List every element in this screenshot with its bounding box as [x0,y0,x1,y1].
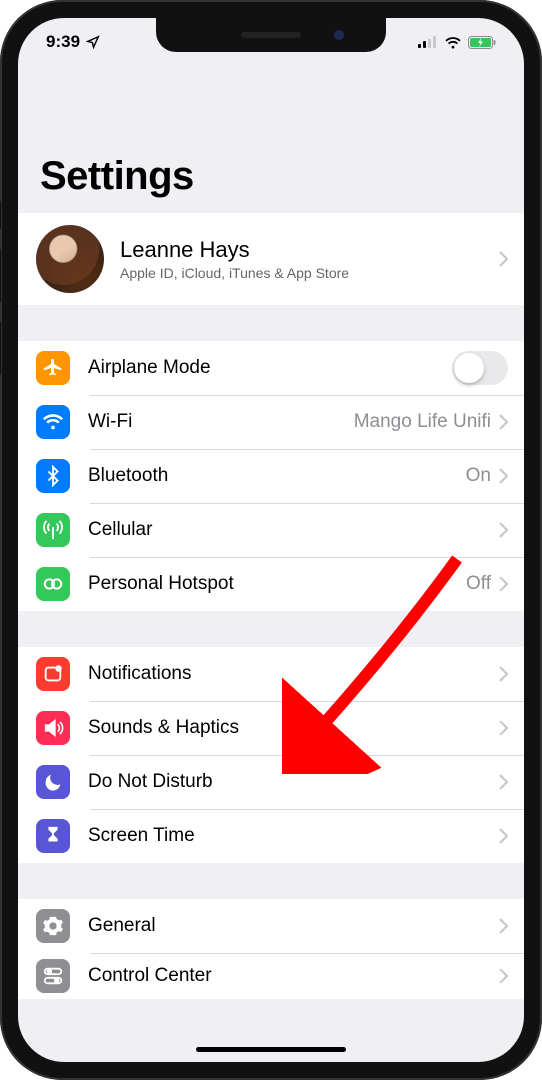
avatar [36,225,104,293]
row-cellular[interactable]: Cellular [18,503,524,557]
screen: 9:39 [18,18,524,1062]
wifi-settings-icon [36,405,70,439]
notification-icon [36,657,70,691]
row-label: Do Not Disturb [88,771,499,793]
airplane-toggle[interactable] [452,351,508,385]
row-general[interactable]: General [18,899,524,953]
chevron-right-icon [499,666,508,682]
chevron-right-icon [499,720,508,736]
home-indicator[interactable] [196,1047,346,1052]
switches-icon [36,959,70,993]
profile-name: Leanne Hays [120,237,499,263]
profile-subtitle: Apple ID, iCloud, iTunes & App Store [120,265,499,281]
row-do-not-disturb[interactable]: Do Not Disturb [18,755,524,809]
group-connectivity: Airplane Mode Wi-Fi Mango Life Unifi Blu… [18,341,524,611]
gear-icon [36,909,70,943]
chevron-right-icon [499,918,508,934]
notch [156,18,386,52]
row-label: Wi-Fi [88,411,354,433]
row-value: On [466,465,491,487]
phone-frame: 9:39 [0,0,542,1080]
row-label: Airplane Mode [88,357,452,379]
group-general: General Control Center [18,899,524,999]
row-label: Notifications [88,663,499,685]
row-sounds-haptics[interactable]: Sounds & Haptics [18,701,524,755]
row-hotspot[interactable]: Personal Hotspot Off [18,557,524,611]
chevron-right-icon [499,968,508,984]
row-control-center[interactable]: Control Center [18,953,524,999]
row-label: Bluetooth [88,465,466,487]
status-time: 9:39 [46,32,80,52]
chevron-right-icon [499,576,508,592]
chevron-right-icon [499,522,508,538]
row-label: Sounds & Haptics [88,717,499,739]
row-airplane[interactable]: Airplane Mode [18,341,524,395]
row-bluetooth[interactable]: Bluetooth On [18,449,524,503]
wifi-icon [444,36,462,49]
cell-signal-icon [418,36,438,48]
chevron-right-icon [499,251,508,267]
antenna-icon [36,513,70,547]
chevron-right-icon [499,468,508,484]
row-wifi[interactable]: Wi-Fi Mango Life Unifi [18,395,524,449]
row-label: Control Center [88,965,499,987]
group-notifications: Notifications Sounds & Haptics Do Not Di… [18,647,524,863]
row-profile[interactable]: Leanne Hays Apple ID, iCloud, iTunes & A… [18,213,524,305]
bluetooth-icon [36,459,70,493]
chevron-right-icon [499,774,508,790]
chevron-right-icon [499,414,508,430]
moon-icon [36,765,70,799]
group-profile: Leanne Hays Apple ID, iCloud, iTunes & A… [18,213,524,305]
location-arrow-icon [86,35,100,49]
row-label: Cellular [88,519,499,541]
chevron-right-icon [499,828,508,844]
row-label: General [88,915,499,937]
row-value: Mango Life Unifi [354,411,491,433]
row-notifications[interactable]: Notifications [18,647,524,701]
speaker-icon [36,711,70,745]
page-title: Settings [18,66,524,213]
row-screen-time[interactable]: Screen Time [18,809,524,863]
row-label: Personal Hotspot [88,573,466,595]
airplane-icon [36,351,70,385]
battery-charging-icon [468,36,496,49]
hourglass-icon [36,819,70,853]
row-label: Screen Time [88,825,499,847]
row-value: Off [466,573,491,595]
hotspot-icon [36,567,70,601]
